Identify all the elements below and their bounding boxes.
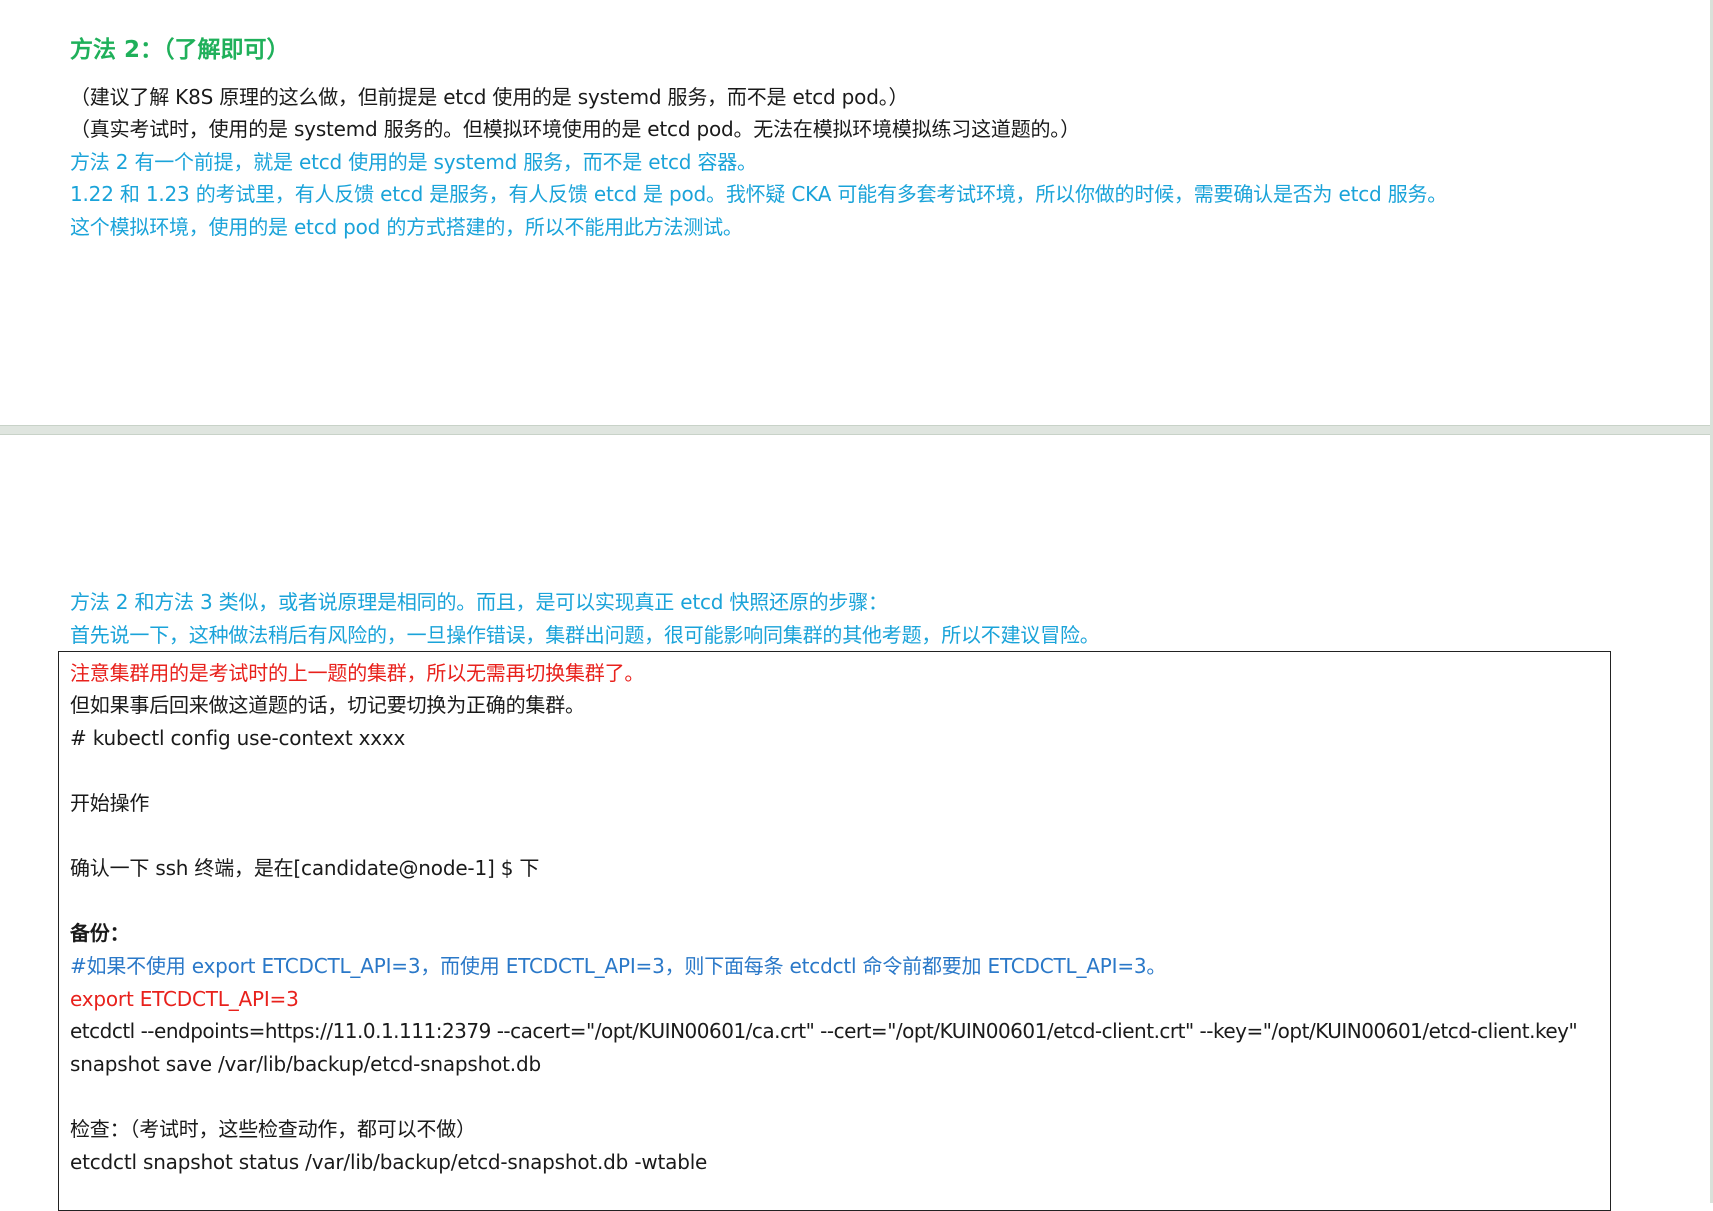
note-text: 但如果事后回来做这道题的话，切记要切换为正确的集群。 [70,693,585,717]
page-separator [0,425,1713,435]
start-label: 开始操作 [70,791,150,815]
export-command: export ETCDCTL_API=3 [70,987,299,1011]
backup-label: 备份： [70,921,130,945]
instruction-box: 注意集群用的是考试时的上一题的集群，所以无需再切换集群了。 但如果事后回来做这道… [58,651,1611,1211]
context-command: # kubectl config use-context xxxx [70,726,406,750]
paragraph-line: （真实考试时，使用的是 systemd 服务的。但模拟环境使用的是 etcd p… [70,117,1080,141]
paragraph-line: 这个模拟环境，使用的是 etcd pod 的方式搭建的，所以不能用此方法测试。 [70,215,743,239]
paragraph-line: 方法 2 和方法 3 类似，或者说原理是相同的。而且，是可以实现真正 etcd … [70,590,888,614]
document-page-top: 方法 2：（了解即可） （建议了解 K8S 原理的这么做，但前提是 etcd 使… [0,0,1713,425]
paragraph-line: 方法 2 有一个前提，就是 etcd 使用的是 systemd 服务，而不是 e… [70,150,757,174]
paragraph-line: （建议了解 K8S 原理的这么做，但前提是 etcd 使用的是 systemd … [70,85,909,109]
warning-text: 注意集群用的是考试时的上一题的集群，所以无需再切换集群了。 [70,661,645,685]
snapshot-command-line-2: snapshot save /var/lib/backup/etcd-snaps… [70,1052,541,1076]
paragraph-line: 1.22 和 1.23 的考试里，有人反馈 etcd 是服务，有人反馈 etcd… [70,182,1448,206]
paragraph-line: 首先说一下，这种做法稍后有风险的，一旦操作错误，集群出问题，很可能影响同集群的其… [70,623,1100,647]
ssh-check-text: 确认一下 ssh 终端，是在[candidate@node-1] $ 下 [70,856,540,880]
check-label: 检查：（考试时，这些检查动作，都可以不做） [70,1117,476,1141]
snapshot-command-line-1: etcdctl --endpoints=https://11.0.1.111:2… [70,1019,1578,1043]
status-command: etcdctl snapshot status /var/lib/backup/… [70,1150,708,1174]
section-heading-method-2: 方法 2：（了解即可） [70,37,290,63]
api-comment: #如果不使用 export ETCDCTL_API=3，而使用 ETCDCTL_… [70,954,1167,978]
